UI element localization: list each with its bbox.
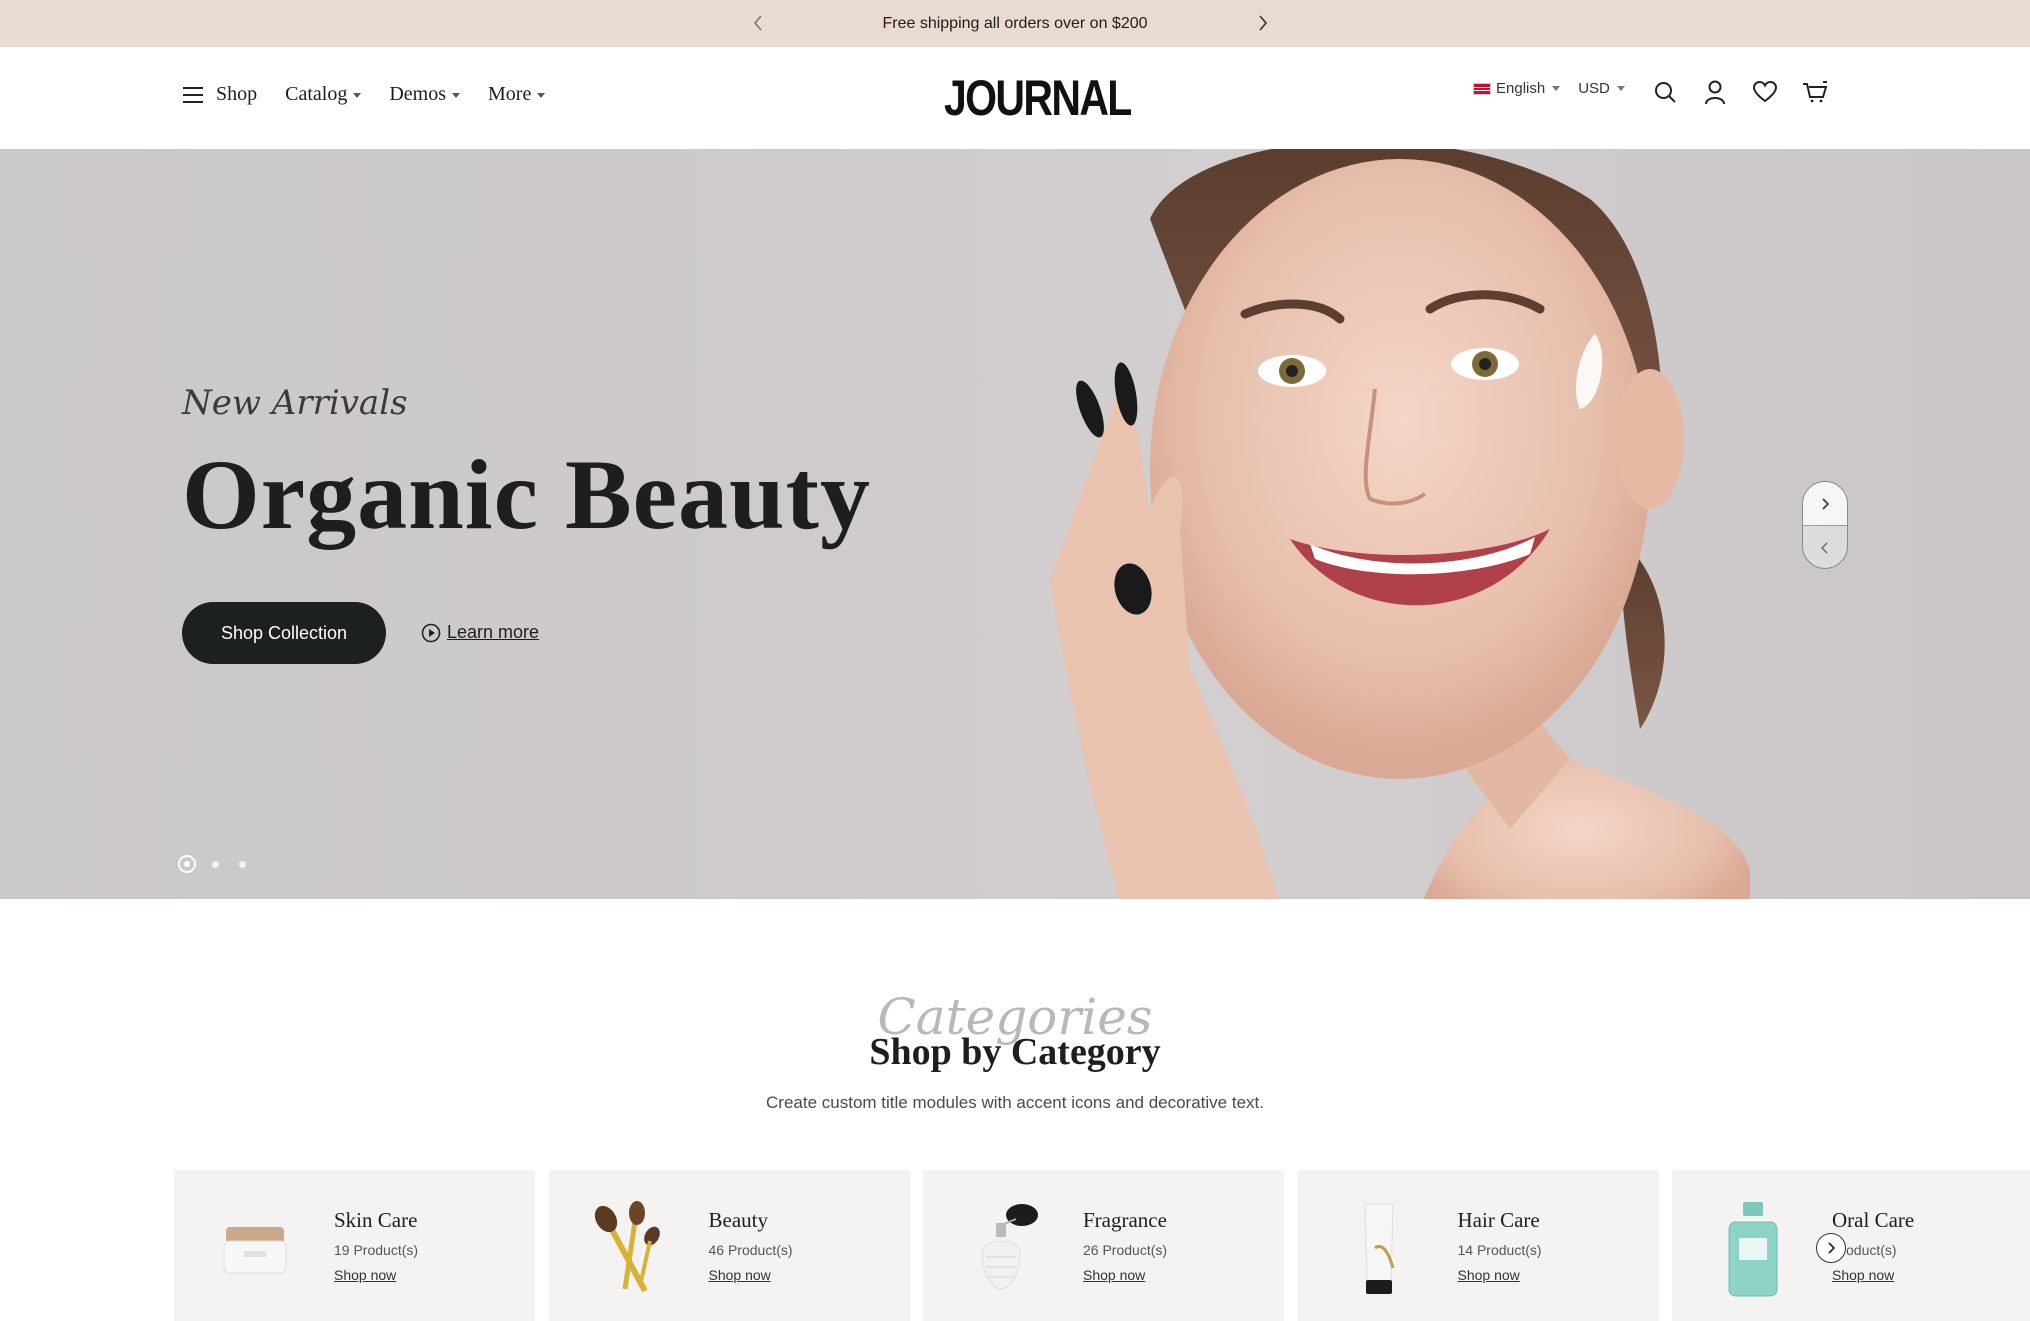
slider-pagination — [178, 855, 266, 873]
category-card-hair-care[interactable]: Hair Care 14 Product(s) Shop now — [1297, 1170, 1659, 1321]
category-card-skin-care[interactable]: Skin Care 19 Product(s) Shop now — [174, 1170, 535, 1321]
skin-care-product-image — [210, 1198, 300, 1298]
heart-icon — [1752, 80, 1778, 103]
shop-collection-button[interactable]: Shop Collection — [182, 602, 386, 664]
nav-more[interactable]: More — [488, 83, 546, 106]
main-nav: Shop Catalog Demos More — [182, 83, 573, 106]
category-shop-link[interactable]: Shop now — [1832, 1267, 1894, 1283]
category-count: 14 Product(s) — [1457, 1242, 1542, 1258]
hero-model-image — [1050, 149, 1750, 899]
category-carousel: Skin Care 19 Product(s) Shop now Beauty … — [174, 1170, 2030, 1321]
header-actions — [1650, 77, 1850, 107]
categories-title: Shop by Category — [869, 1031, 1161, 1073]
category-count: 26 Product(s) — [1083, 1242, 1168, 1258]
menu-icon — [182, 86, 204, 104]
caret-down-icon — [353, 93, 362, 98]
announcement-text: Free shipping all orders over on $200 — [882, 14, 1148, 32]
nav-catalog[interactable]: Catalog — [285, 83, 362, 106]
account-icon — [1705, 80, 1725, 105]
category-card-oral-care[interactable]: Oral Care Product(s) Shop now — [1672, 1170, 2030, 1321]
chevron-left-icon — [1820, 542, 1828, 554]
nav-shop[interactable]: Shop — [182, 83, 257, 106]
fragrance-product-image — [959, 1198, 1049, 1298]
caret-down-icon — [1552, 86, 1561, 91]
category-shop-link[interactable]: Shop now — [334, 1267, 396, 1283]
nav-demos[interactable]: Demos — [389, 83, 461, 106]
category-count: 46 Product(s) — [708, 1242, 793, 1258]
hero-title: Organic Beauty — [182, 439, 871, 550]
account-button[interactable] — [1700, 77, 1730, 107]
slider-prev-button[interactable] — [1803, 526, 1847, 570]
cart-icon — [1803, 81, 1828, 103]
nav-shop-label: Shop — [216, 83, 258, 105]
nav-catalog-label: Catalog — [285, 83, 348, 105]
nav-demos-label: Demos — [389, 83, 447, 105]
caret-down-icon — [537, 93, 546, 98]
category-carousel-next-button[interactable] — [1816, 1233, 1846, 1263]
hair-care-product-image — [1334, 1198, 1424, 1298]
category-name: Fragrance — [1083, 1208, 1167, 1232]
search-button[interactable] — [1650, 77, 1680, 107]
announcement-next-button[interactable] — [1252, 12, 1274, 34]
language-label: English — [1496, 80, 1546, 97]
locale-selectors: English USD — [1473, 80, 1643, 97]
announcement-bar: Free shipping all orders over on $200 — [0, 0, 2030, 47]
categories-subtitle: Create custom title modules with accent … — [766, 1093, 1264, 1112]
hero-script-text: New Arrivals — [182, 383, 408, 423]
currency-label: USD — [1578, 80, 1610, 97]
category-card-beauty[interactable]: Beauty 46 Product(s) Shop now — [548, 1170, 910, 1321]
category-shop-link[interactable]: Shop now — [1083, 1267, 1145, 1283]
chevron-right-icon — [1822, 497, 1830, 510]
category-shop-link[interactable]: Shop now — [1458, 1267, 1520, 1283]
category-name: Oral Care — [1832, 1208, 1915, 1232]
category-name: Beauty — [708, 1208, 768, 1232]
caret-down-icon — [452, 93, 461, 98]
slider-dot-1[interactable] — [178, 855, 196, 873]
category-name: Skin Care — [334, 1208, 418, 1232]
currency-selector[interactable]: USD — [1578, 80, 1625, 97]
learn-more-link[interactable]: Learn more — [421, 622, 539, 643]
chevron-right-icon — [1828, 1242, 1836, 1254]
slider-nav — [1802, 481, 1848, 569]
category-shop-link[interactable]: Shop now — [709, 1267, 771, 1283]
slider-next-button[interactable] — [1803, 482, 1847, 526]
chevron-right-icon — [1259, 15, 1268, 31]
beauty-product-image — [585, 1198, 675, 1298]
oral-care-product-image — [1708, 1198, 1798, 1298]
category-card-fragrance[interactable]: Fragrance 26 Product(s) Shop now — [923, 1170, 1284, 1321]
language-selector[interactable]: English — [1473, 80, 1561, 97]
nav-more-label: More — [488, 83, 532, 105]
caret-down-icon — [1616, 86, 1625, 91]
slider-dot-2[interactable] — [212, 860, 219, 868]
announcement-prev-button[interactable] — [747, 12, 769, 34]
learn-more-label: Learn more — [447, 622, 540, 642]
category-count: 19 Product(s) — [334, 1242, 419, 1258]
search-icon — [1655, 82, 1676, 103]
category-name: Hair Care — [1457, 1208, 1540, 1232]
cart-button[interactable] — [1800, 77, 1830, 107]
flag-icon — [1473, 82, 1491, 95]
slider-dot-3[interactable] — [239, 860, 246, 868]
play-circle-icon — [421, 623, 441, 642]
site-logo[interactable]: JOURNAL — [944, 69, 1132, 127]
hero-slider: New Arrivals Organic Beauty Shop Collect… — [0, 149, 2030, 899]
chevron-left-icon — [753, 15, 762, 31]
site-header: Shop Catalog Demos More JOURNAL English … — [0, 47, 2030, 149]
wishlist-button[interactable] — [1750, 77, 1780, 107]
